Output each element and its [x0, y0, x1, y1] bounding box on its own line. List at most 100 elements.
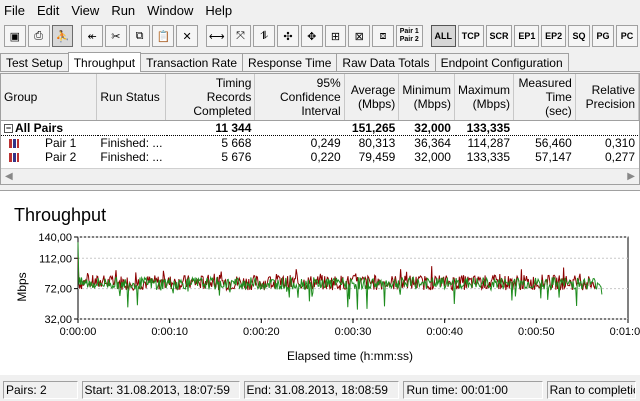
time-cell: 56,460: [513, 135, 576, 150]
menu-view[interactable]: View: [71, 3, 99, 18]
col-group[interactable]: Group: [1, 74, 98, 121]
chart-svg: Throughput Mbps Elapsed time (h:mm:ss) 1…: [14, 205, 640, 363]
col-run-status[interactable]: Run Status: [96, 74, 167, 121]
pair-icon: [9, 152, 19, 162]
status-start: Start: 31.08.2013, 18:07:59: [81, 381, 240, 399]
back-icon[interactable]: ↞: [81, 25, 103, 47]
save-icon[interactable]: ▣: [4, 25, 26, 47]
average-cell: 151,265: [344, 119, 400, 136]
scroll-right-icon[interactable]: ▶: [627, 171, 635, 182]
scale-icon[interactable]: ⧈: [372, 25, 394, 47]
delete-icon[interactable]: ✕: [176, 25, 198, 47]
cut-icon[interactable]: ✂: [104, 25, 127, 47]
status-cell: Finished: ...: [96, 149, 167, 164]
tab-transaction-rate[interactable]: Transaction Rate: [140, 53, 244, 71]
filter-all-button[interactable]: ALL: [430, 25, 456, 47]
records-cell: 5 668: [165, 135, 256, 150]
table-row-all-pairs[interactable]: − All Pairs 11 344 151,265 32,000 133,335: [1, 119, 639, 136]
col-minimum[interactable]: Minimum (Mbps): [398, 74, 455, 121]
confidence-cell: 0,220: [254, 149, 345, 164]
paste-icon[interactable]: 📋: [152, 25, 175, 47]
tab-throughput[interactable]: Throughput: [67, 52, 142, 72]
horizontal-scrollbar[interactable]: ◀ ▶: [1, 168, 639, 184]
pair-name: Pair 2: [45, 149, 77, 164]
filter-pg-button[interactable]: PG: [592, 25, 615, 47]
copy-icon[interactable]: ⧉: [128, 25, 151, 47]
status-ran: Ran to completion: [546, 381, 637, 399]
status-pairs: Pairs: 2: [3, 381, 78, 399]
menu-run[interactable]: Run: [111, 3, 135, 18]
y-tick-label: 112,00: [39, 253, 72, 265]
status-runtime: Run time: 00:01:00: [403, 381, 543, 399]
multicast-icon[interactable]: ⤧: [229, 25, 252, 47]
records-cell: 5 676: [165, 149, 256, 164]
y-tick-label: 140,00: [38, 232, 72, 244]
filter-scr-button[interactable]: SCR: [485, 25, 513, 47]
tab-strip: Test Setup Throughput Transaction Rate R…: [0, 52, 640, 72]
scroll-left-icon[interactable]: ◀: [5, 171, 13, 182]
results-table: Group Run Status Timing Records Complete…: [0, 73, 640, 185]
menu-window[interactable]: Window: [147, 3, 193, 18]
x-tick-label: 0:00:50: [518, 326, 555, 338]
maximum-cell: 133,335: [454, 149, 515, 164]
tab-endpoint-configuration[interactable]: Endpoint Configuration: [434, 53, 569, 71]
y-axis-label: Mbps: [15, 272, 29, 301]
throughput-chart: Throughput Mbps Elapsed time (h:mm:ss) 1…: [0, 190, 640, 375]
x-axis-label: Elapsed time (h:mm:ss): [287, 349, 413, 363]
graph2-icon[interactable]: ⊠: [348, 25, 371, 47]
pair-name: Pair 1: [45, 135, 77, 150]
status-bar: Pairs: 2 Start: 31.08.2013, 18:07:59 End…: [0, 379, 640, 401]
x-tick-label: 0:00:40: [426, 326, 463, 338]
maximum-cell: 114,287: [454, 135, 515, 150]
confidence-cell: 0,249: [254, 135, 345, 150]
precision-cell: 0,277: [575, 149, 639, 164]
toolbar: ▣ ⎙ ⛹ ↞ ✂ ⧉ 📋 ✕ ⟷ ⤧ ⥮ ✣ ✥ ⊞ ⊠ ⧈ Pair 1 P…: [0, 22, 640, 50]
filter-pc-button[interactable]: PC: [616, 25, 639, 47]
table-row[interactable]: Pair 1 Finished: ... 5 668 0,249 80,313 …: [1, 135, 639, 150]
filter-ep1-button[interactable]: EP1: [514, 25, 540, 47]
collapse-icon[interactable]: −: [4, 123, 13, 133]
x-tick-label: 0:00:20: [243, 326, 280, 338]
maximum-cell: 133,335: [454, 119, 515, 136]
tab-test-setup[interactable]: Test Setup: [0, 53, 69, 71]
col-maximum[interactable]: Maximum (Mbps): [454, 74, 515, 121]
col-timing-records[interactable]: Timing Records Completed: [165, 74, 256, 121]
filter-tcp-button[interactable]: TCP: [457, 25, 484, 47]
x-tick-label: 0:01:00: [610, 326, 640, 338]
filter-sq-button[interactable]: SQ: [568, 25, 591, 47]
precision-cell: 0,310: [575, 135, 639, 150]
menu-bar: File Edit View Run Window Help: [0, 0, 640, 20]
status-end: End: 31.08.2013, 18:08:59: [243, 381, 400, 399]
status-cell: Finished: ...: [96, 135, 167, 150]
filter-ep2-button[interactable]: EP2: [541, 25, 567, 47]
x-tick-label: 0:00:00: [60, 326, 97, 338]
average-cell: 80,313: [344, 135, 400, 150]
chart-title: Throughput: [14, 205, 106, 225]
run-icon[interactable]: ⛹: [51, 25, 74, 47]
graph-icon[interactable]: ⊞: [324, 25, 347, 47]
print-icon[interactable]: ⎙: [27, 25, 50, 47]
menu-edit[interactable]: Edit: [37, 3, 59, 18]
average-cell: 79,459: [344, 149, 400, 164]
col-measured-time[interactable]: Measured Time (sec): [513, 74, 576, 121]
menu-file[interactable]: File: [4, 3, 25, 18]
x-tick-label: 0:00:10: [151, 326, 188, 338]
table-row[interactable]: Pair 2 Finished: ... 5 676 0,220 79,459 …: [1, 149, 639, 164]
group-label: All Pairs: [15, 120, 64, 135]
split-icon[interactable]: ⥮: [253, 25, 276, 47]
pair-icon[interactable]: ⟷: [205, 25, 228, 47]
mesh-icon[interactable]: ✣: [277, 25, 299, 47]
col-confidence[interactable]: 95% Confidence Interval: [254, 74, 345, 121]
tab-raw-data-totals[interactable]: Raw Data Totals: [336, 53, 436, 71]
pair-icon: [9, 138, 19, 148]
x-tick-label: 0:00:30: [335, 326, 372, 338]
y-tick-label: 32,00: [44, 314, 72, 326]
minimum-cell: 32,000: [398, 149, 455, 164]
col-relative-precision[interactable]: Relative Precision: [575, 74, 639, 121]
tab-response-time[interactable]: Response Time: [242, 53, 338, 71]
menu-help[interactable]: Help: [205, 3, 232, 18]
network-icon[interactable]: ✥: [300, 25, 323, 47]
pair-toggle-button[interactable]: Pair 1 Pair 2: [395, 25, 423, 47]
records-cell: 11 344: [165, 119, 256, 136]
col-average[interactable]: Average (Mbps): [344, 74, 400, 121]
